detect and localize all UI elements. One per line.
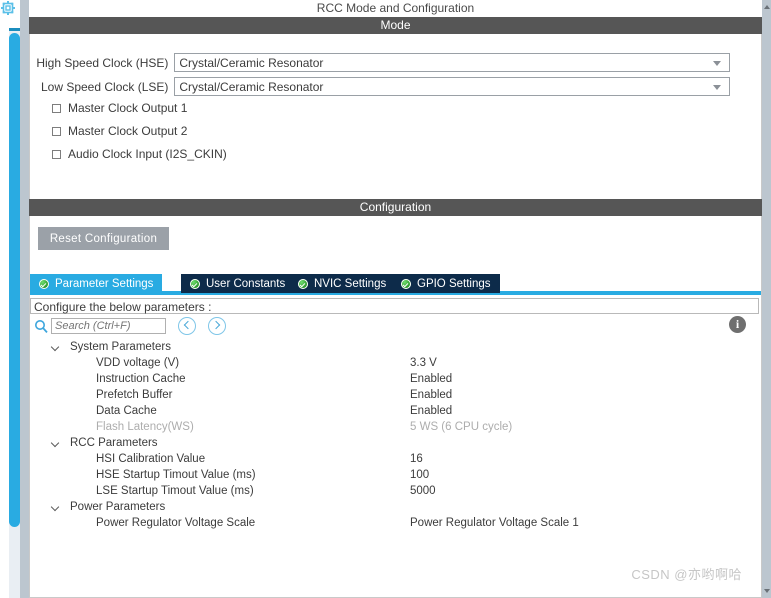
rcc-configuration-window: RCC Mode and Configuration Mode High Spe… [0,0,771,598]
checkbox-audio-clock-input[interactable]: Audio Clock Input (I2S_CKIN) [52,146,227,162]
parameter-tree: System Parameters VDD voltage (V) 3.3 V … [30,339,759,531]
hse-select[interactable]: Crystal/Ceramic Resonator [174,53,730,72]
tree-item-value: 16 [410,453,423,465]
tree-item-value: Enabled [410,405,453,417]
tree-item-value: 5000 [410,485,436,497]
tree-item-label: Data Cache [96,405,157,417]
tree-row[interactable]: HSE Startup Timout Value (ms) 100 [30,467,759,483]
hse-label: High Speed Clock (HSE) [36,55,169,70]
left-scrollbar-thumb[interactable] [9,33,20,527]
tree-group-label: RCC Parameters [70,437,158,449]
lse-field-row: Low Speed Clock (LSE) Crystal/Ceramic Re… [30,77,730,96]
tree-row[interactable]: Power Regulator Voltage Scale Power Regu… [30,515,759,531]
green-check-icon [39,278,49,289]
tree-group-label: Power Parameters [70,501,166,513]
tree-group-label: System Parameters [70,341,171,353]
lse-select[interactable]: Crystal/Ceramic Resonator [174,77,730,96]
checkbox-master-clock-output-2[interactable]: Master Clock Output 2 [52,123,187,139]
scroll-down-arrow-icon[interactable] [762,584,771,598]
left-divider-strip [20,0,29,598]
tab-parameter-settings[interactable]: Parameter Settings [30,274,163,293]
chevron-down-icon[interactable] [52,344,60,349]
checkbox-label: Master Clock Output 2 [68,124,188,138]
lse-label: Low Speed Clock (LSE) [40,79,169,94]
tab-label: GPIO Settings [417,277,491,290]
tree-item-value: Power Regulator Voltage Scale 1 [410,517,579,529]
tab-gpio-settings[interactable]: GPIO Settings [392,274,500,293]
green-check-icon [401,278,411,289]
chevron-down-icon[interactable] [52,440,60,445]
left-scrollbar-cap[interactable] [9,28,20,31]
search-input[interactable] [51,318,166,334]
tree-group-rcc-parameters[interactable]: RCC Parameters [30,435,759,451]
checkbox-label: Master Clock Output 1 [68,101,188,115]
tree-row[interactable]: LSE Startup Timout Value (ms) 5000 [30,483,759,499]
tree-row[interactable]: Instruction Cache Enabled [30,371,759,387]
checkbox-master-clock-output-1[interactable]: Master Clock Output 1 [52,100,187,116]
parameters-hint: Configure the below parameters : [30,298,759,314]
tabstrip: Parameter Settings User Constants NVIC S… [30,274,761,295]
tree-row[interactable]: HSI Calibration Value 16 [30,451,759,467]
tree-item-value: Enabled [410,389,453,401]
chevron-down-icon [713,85,722,90]
tree-item-label: HSE Startup Timout Value (ms) [96,469,256,481]
tree-item-label: Flash Latency(WS) [96,421,194,433]
tree-row[interactable]: Data Cache Enabled [30,403,759,419]
scroll-up-arrow-icon[interactable] [762,0,771,14]
tree-item-label: LSE Startup Timout Value (ms) [96,485,254,497]
tree-item-label: HSI Calibration Value [96,453,206,465]
tree-group-system-parameters[interactable]: System Parameters [30,339,759,355]
page-title: RCC Mode and Configuration [29,0,762,17]
tab-label: User Constants [206,277,286,290]
tab-label: NVIC Settings [314,277,387,290]
tree-item-value: 3.3 V [410,357,437,369]
tree-item-label: Power Regulator Voltage Scale [96,517,256,529]
search-row [34,317,226,335]
chevron-left-circle-icon[interactable] [178,317,196,335]
mode-section-header: Mode [29,17,762,34]
tree-item-value: Enabled [410,373,453,385]
info-icon[interactable]: i [729,316,746,333]
hse-value: Crystal/Ceramic Resonator [179,55,324,70]
hse-field-row: High Speed Clock (HSE) Crystal/Ceramic R… [30,53,730,72]
green-check-icon [298,278,308,289]
main-content: RCC Mode and Configuration Mode High Spe… [29,0,762,598]
tree-row[interactable]: VDD voltage (V) 3.3 V [30,355,759,371]
green-check-icon [190,278,200,289]
lse-value: Crystal/Ceramic Resonator [179,79,324,94]
checkbox-box[interactable] [52,103,61,113]
chevron-down-icon [713,61,722,66]
tab-user-constants[interactable]: User Constants [181,274,295,293]
watermark: CSDN @亦哟啊哈 [631,567,742,582]
tree-item-label: VDD voltage (V) [96,357,180,369]
tree-row[interactable]: Prefetch Buffer Enabled [30,387,759,403]
tab-label: Parameter Settings [55,277,154,290]
tree-item-value: 5 WS (6 CPU cycle) [410,421,513,433]
tab-nvic-settings[interactable]: NVIC Settings [289,274,396,293]
search-icon [34,319,49,334]
checkbox-box[interactable] [52,126,61,136]
configuration-section-header: Configuration [29,199,762,216]
tree-row: Flash Latency(WS) 5 WS (6 CPU cycle) [30,419,759,435]
reset-configuration-button[interactable]: Reset Configuration [38,227,169,250]
chevron-down-icon[interactable] [52,504,60,509]
tree-group-power-parameters[interactable]: Power Parameters [30,499,759,515]
tree-item-value: 100 [410,469,430,481]
chevron-right-circle-icon[interactable] [208,317,226,335]
configuration-region: Configuration Reset Configuration Parame… [29,199,762,598]
configuration-panel: Reset Configuration Parameter Settings U… [29,216,762,598]
gear-icon[interactable] [1,1,15,15]
tree-item-label: Prefetch Buffer [96,389,173,401]
tree-item-label: Instruction Cache [96,373,186,385]
right-scrollbar-track[interactable] [762,0,771,598]
checkbox-box[interactable] [52,149,61,159]
checkbox-label: Audio Clock Input (I2S_CKIN) [68,147,227,161]
mode-panel: High Speed Clock (HSE) Crystal/Ceramic R… [29,34,762,205]
